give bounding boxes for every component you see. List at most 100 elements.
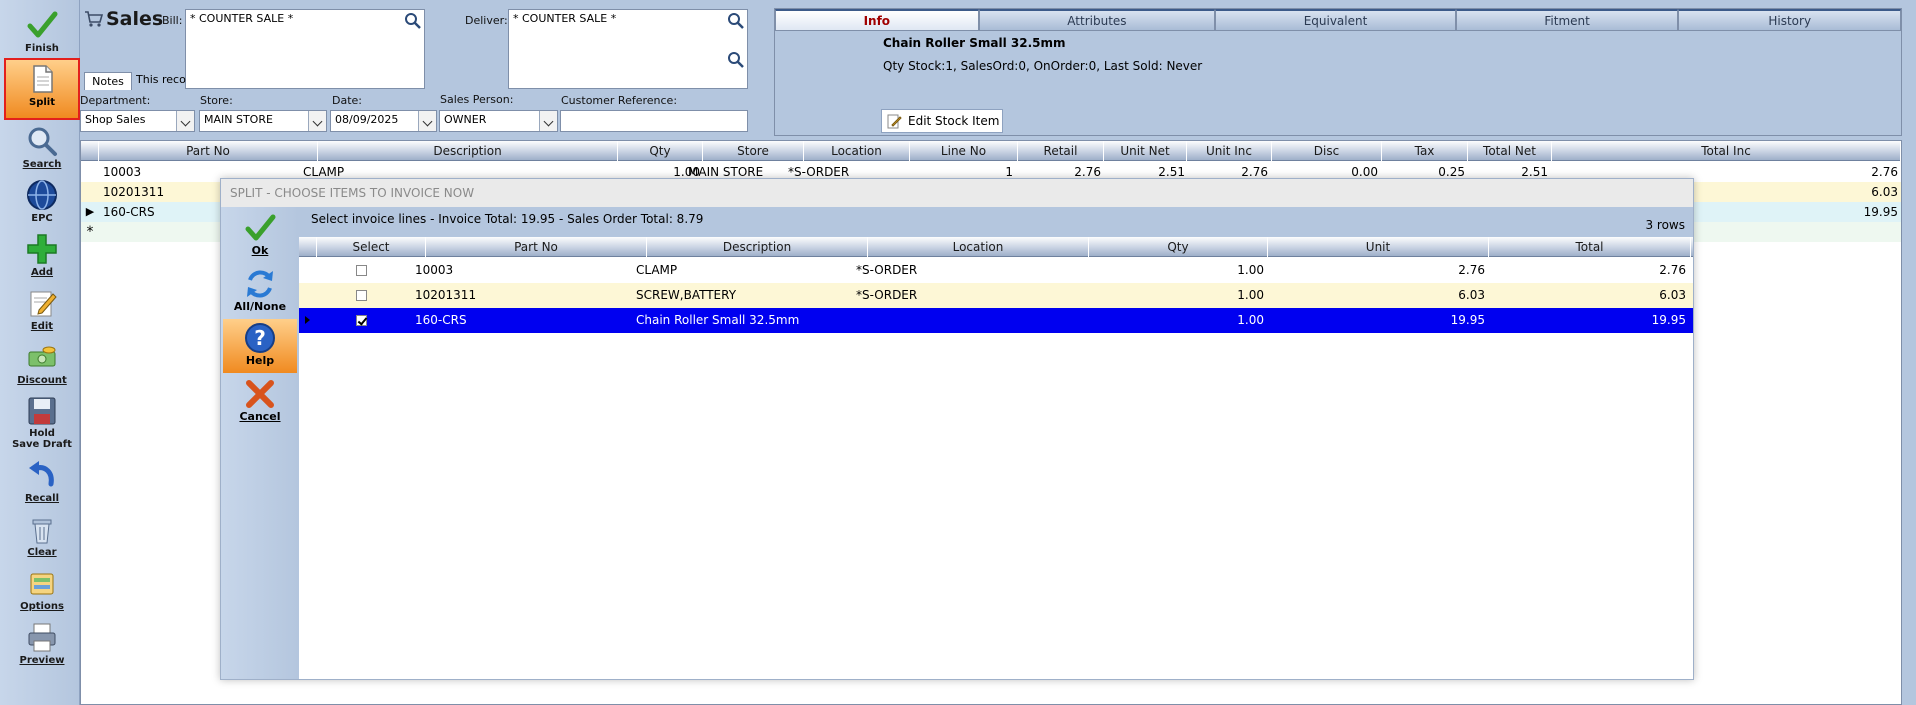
preview-button[interactable]: Preview — [4, 618, 80, 670]
col-location[interactable]: Location — [804, 141, 910, 161]
split-label: Split — [29, 97, 55, 108]
cell-unit: 2.76 — [1458, 263, 1485, 277]
chevron-down-icon[interactable] — [418, 111, 436, 131]
cell-location — [856, 308, 1066, 333]
table-row[interactable]: 10003 CLAMP *S-ORDER 1.00 2.76 2.76 — [299, 258, 1693, 283]
svg-text:?: ? — [254, 326, 266, 350]
col-line-no[interactable]: Line No — [910, 141, 1018, 161]
col-tax[interactable]: Tax — [1382, 141, 1468, 161]
customer-reference-label: Customer Reference: — [561, 94, 678, 107]
all-none-button[interactable]: All/None — [223, 265, 297, 319]
col-unit-net[interactable]: Unit Net — [1104, 141, 1187, 161]
select-checkbox[interactable] — [356, 265, 367, 276]
new-row-marker: * — [86, 224, 94, 240]
store-value: MAIN STORE — [204, 113, 273, 126]
customer-reference-input[interactable] — [560, 110, 748, 132]
ok-button[interactable]: Ok — [223, 209, 297, 263]
add-button[interactable]: Add — [4, 230, 80, 282]
col-retail[interactable]: Retail — [1018, 141, 1104, 161]
ok-label: Ok — [251, 244, 269, 257]
item-qty-line: Qty Stock:1, SalesOrd:0, OnOrder:0, Last… — [883, 59, 1203, 73]
col-qty[interactable]: Qty — [618, 141, 703, 161]
tab-fitment[interactable]: Fitment — [1455, 9, 1679, 31]
grid-header: Part No Description Qty Store Location L… — [81, 141, 1901, 161]
tab-equivalent[interactable]: Equivalent — [1215, 9, 1456, 31]
cancel-button[interactable]: Cancel — [223, 375, 297, 429]
epc-button[interactable]: EPC — [4, 176, 80, 228]
col-store[interactable]: Store — [703, 141, 804, 161]
options-button[interactable]: Options — [4, 564, 80, 616]
col-qty[interactable]: Qty — [1089, 237, 1268, 257]
col-unit-inc[interactable]: Unit Inc — [1187, 141, 1272, 161]
notes-tab[interactable]: Notes — [84, 72, 132, 90]
tab-history[interactable]: History — [1678, 9, 1902, 31]
deliver-value: * COUNTER SALE * — [513, 12, 617, 25]
search-button[interactable]: Search — [4, 122, 80, 174]
deliver-search-icon[interactable] — [726, 11, 746, 31]
help-icon: ? — [245, 323, 275, 353]
help-button[interactable]: ? Help — [223, 319, 297, 373]
chevron-down-icon[interactable] — [539, 111, 557, 131]
col-total-inc[interactable]: Total Inc — [1552, 141, 1901, 161]
col-description[interactable]: Description — [647, 237, 868, 257]
department-value: Shop Sales — [85, 113, 146, 126]
deliver-field[interactable]: * COUNTER SALE * — [508, 9, 748, 89]
preview-label: Preview — [19, 655, 65, 666]
cell-part: 10003 — [415, 263, 454, 277]
grid-corner — [81, 141, 99, 161]
table-row-selected[interactable]: 160-CRS Chain Roller Small 32.5mm 1.00 1… — [299, 308, 1693, 333]
chevron-down-icon[interactable] — [308, 111, 326, 131]
cell-part: 160-CRS — [415, 313, 467, 327]
table-row[interactable]: 10201311 SCREW,BATTERY *S-ORDER 1.00 6.0… — [299, 283, 1693, 308]
col-total[interactable]: Total — [1489, 237, 1691, 257]
col-part-no[interactable]: Part No — [99, 141, 318, 161]
date-picker[interactable]: 08/09/2025 — [330, 110, 437, 132]
edit-icon — [887, 114, 902, 129]
col-unit[interactable]: Unit — [1268, 237, 1489, 257]
dialog-title: SPLIT - CHOOSE ITEMS TO INVOICE NOW — [221, 179, 1693, 207]
deliver-search-icon-2[interactable] — [726, 50, 746, 70]
options-icon — [30, 573, 54, 595]
finish-button[interactable]: Finish — [4, 6, 80, 58]
split-dialog: SPLIT - CHOOSE ITEMS TO INVOICE NOW Ok A… — [220, 178, 1694, 680]
all-none-label: All/None — [233, 300, 287, 313]
cell-qty: 1.00 — [1237, 263, 1264, 277]
info-panel: Info Attributes Equivalent Fitment Histo… — [774, 8, 1902, 136]
recall-button[interactable]: Recall — [4, 456, 80, 508]
money-icon — [28, 346, 56, 367]
select-checkbox[interactable] — [356, 315, 367, 326]
salesperson-select[interactable]: OWNER — [439, 110, 558, 132]
cell-unit: 19.95 — [1450, 313, 1485, 327]
col-description[interactable]: Description — [318, 141, 618, 161]
bill-field[interactable]: * COUNTER SALE * — [185, 9, 425, 89]
clear-label: Clear — [27, 547, 57, 558]
edit-icon — [30, 291, 57, 317]
check-icon — [27, 11, 58, 38]
left-toolbar: Finish Split Search EPC Add Edit Discoun… — [0, 0, 80, 705]
split-lines-grid: Select Part No Description Location Qty … — [299, 237, 1693, 679]
col-select[interactable]: Select — [317, 237, 426, 257]
refresh-icon — [247, 270, 273, 298]
col-total-net[interactable]: Total Net — [1468, 141, 1552, 161]
discount-label: Discount — [17, 375, 67, 386]
bill-search-icon[interactable] — [403, 11, 423, 31]
recall-label: Recall — [24, 493, 59, 504]
sales-header: Sales Bill: * COUNTER SALE * Deliver: * … — [80, 0, 770, 136]
split-button[interactable]: Split — [4, 58, 80, 120]
store-select[interactable]: MAIN STORE — [199, 110, 327, 132]
tab-info[interactable]: Info — [775, 9, 979, 31]
department-select[interactable]: Shop Sales — [80, 110, 195, 132]
edit-button[interactable]: Edit — [4, 284, 80, 336]
col-location[interactable]: Location — [868, 237, 1089, 257]
discount-button[interactable]: Discount — [4, 338, 80, 390]
tab-attributes[interactable]: Attributes — [978, 9, 1216, 31]
hold-save-draft-button[interactable]: Hold Save Draft — [4, 392, 80, 452]
col-part-no[interactable]: Part No — [426, 237, 647, 257]
select-checkbox[interactable] — [356, 290, 367, 301]
page-title: Sales — [106, 8, 164, 30]
save-draft-label: Save Draft — [12, 439, 72, 450]
chevron-down-icon[interactable] — [176, 111, 194, 131]
col-disc[interactable]: Disc — [1272, 141, 1382, 161]
edit-stock-item-button[interactable]: Edit Stock Item — [881, 109, 1003, 133]
clear-button[interactable]: Clear — [4, 510, 80, 562]
